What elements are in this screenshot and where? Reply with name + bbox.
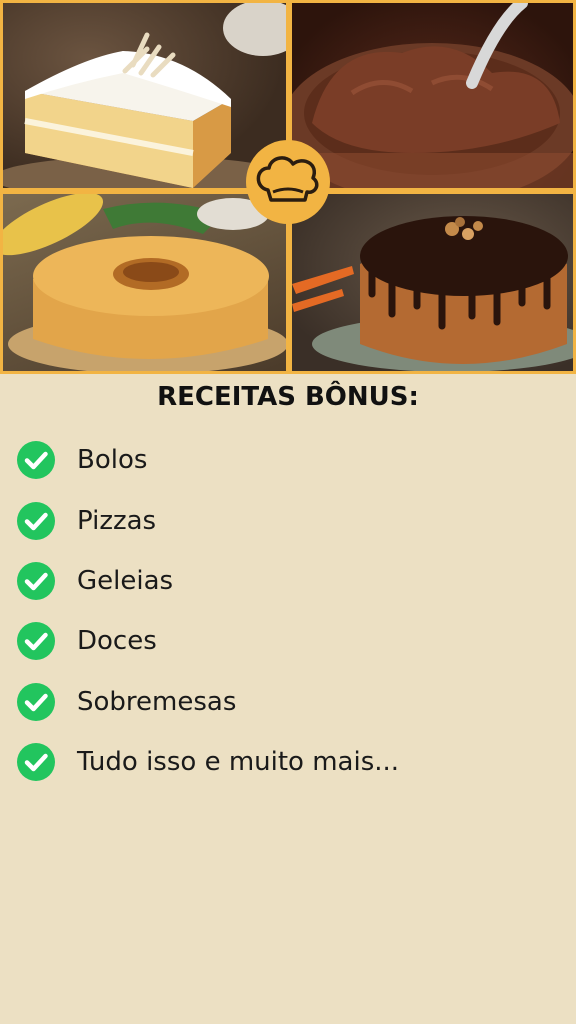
check-circle-icon — [17, 743, 55, 782]
check-circle-icon — [17, 441, 55, 480]
photo-carrot-chocolate-cake — [292, 194, 573, 371]
photo-chocolate-mousse — [292, 3, 573, 188]
chef-hat-icon — [256, 156, 319, 202]
bonus-list: Bolos Pizzas Geleias Doces Sobremesas Tu… — [16, 430, 399, 792]
chef-badge — [246, 140, 330, 224]
list-item-label: Geleias — [77, 565, 174, 596]
check-circle-icon — [17, 501, 55, 540]
list-item: Sobremesas — [16, 672, 399, 732]
photo-corn-cake — [3, 194, 286, 371]
check-circle-icon — [17, 561, 55, 600]
list-item-label: Tudo isso e muito mais... — [77, 747, 400, 778]
photo-grid — [0, 0, 576, 374]
list-item: Geleias — [16, 551, 399, 611]
list-item-label: Bolos — [77, 445, 148, 476]
photo-coconut-cake — [3, 3, 286, 188]
check-circle-icon — [17, 622, 55, 661]
list-item: Bolos — [16, 430, 399, 490]
list-item: Pizzas — [16, 490, 399, 550]
list-item: Tudo isso e muito mais... — [16, 732, 399, 792]
section-title: RECEITAS BÔNUS: — [157, 382, 419, 412]
list-item-label: Pizzas — [77, 505, 157, 536]
list-item-label: Doces — [77, 626, 157, 657]
check-circle-icon — [17, 682, 55, 721]
list-item-label: Sobremesas — [77, 686, 237, 717]
list-item: Doces — [16, 611, 399, 671]
